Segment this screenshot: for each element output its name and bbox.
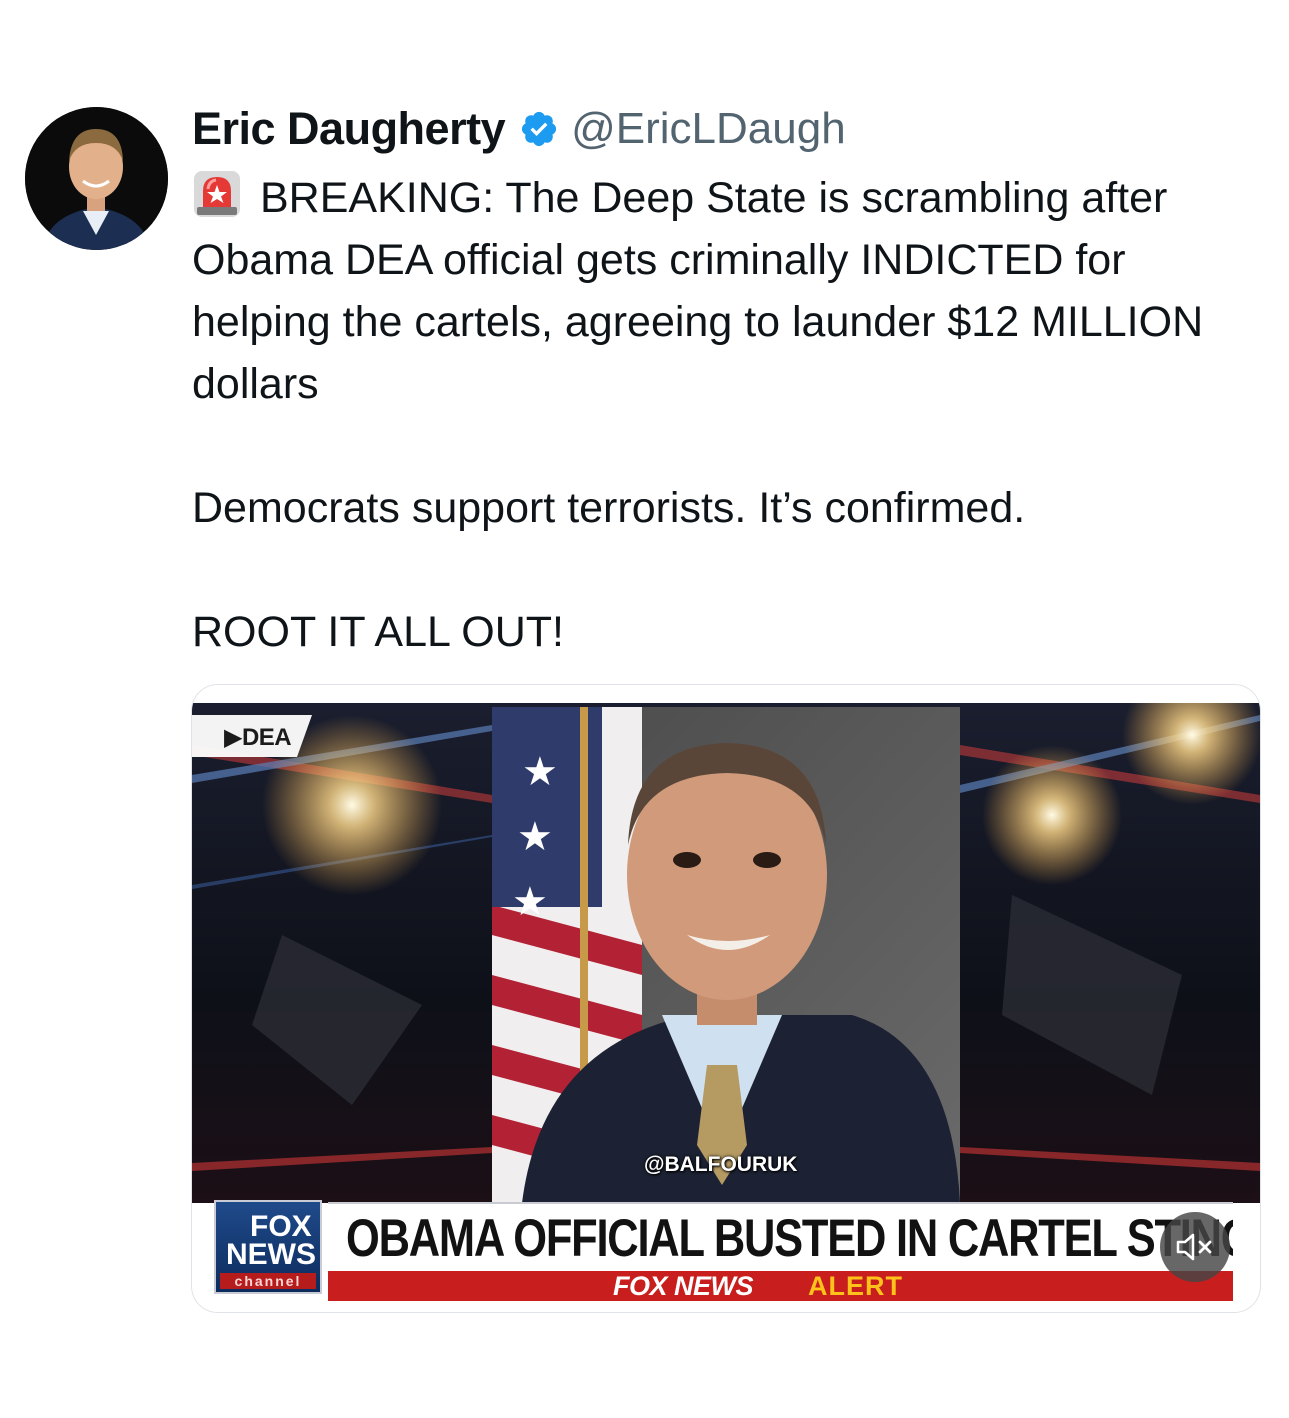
police-siren-icon [192,169,242,219]
logo-line-2: NEWS [226,1238,316,1271]
alert-bar: FOX NEWS ALERT [328,1271,1233,1301]
handle[interactable]: @EricLDaugh [571,104,846,154]
avatar-photo [25,107,168,250]
avatar[interactable] [25,107,168,250]
alert-brand: FOX NEWS [613,1271,754,1301]
mute-icon [1176,1233,1212,1261]
dea-tag-label: DEA [241,724,292,751]
dea-tag: ▶DEA [224,724,292,751]
display-name[interactable]: Eric Daugherty [192,103,506,155]
fox-news-logo: FOX NEWS channel [214,1200,322,1294]
tweet-header: Eric Daugherty @EricLDaugh [192,100,846,158]
verified-badge-icon [519,109,559,149]
tweet-text: BREAKING: The Deep State is scrambling a… [192,167,1212,663]
headline: OBAMA OFFICIAL BUSTED IN CARTEL STING [346,1209,1233,1268]
svg-text:★: ★ [522,749,558,795]
media-video[interactable]: ★ ★ ★ ▶DEA @BALFOURUK FOX NEWS channel O… [192,685,1260,1312]
svg-text:★: ★ [517,814,553,860]
tweet-paragraph-1: BREAKING: The Deep State is scrambling a… [192,174,1204,408]
tweet-paragraph-3: ROOT IT ALL OUT! [192,608,564,656]
alert-word: ALERT [808,1271,903,1301]
watermark: @BALFOURUK [644,1153,798,1176]
tweet-paragraph-2: Democrats support terrorists. It’s confi… [192,484,1026,532]
svg-text:★: ★ [512,879,548,925]
tweet-paragraph: BREAKING: The Deep State is scrambling a… [192,167,1212,415]
headline-bar: OBAMA OFFICIAL BUSTED IN CARTEL STING [328,1202,1233,1272]
mute-button[interactable] [1160,1212,1230,1282]
logo-line-3: channel [220,1273,316,1289]
